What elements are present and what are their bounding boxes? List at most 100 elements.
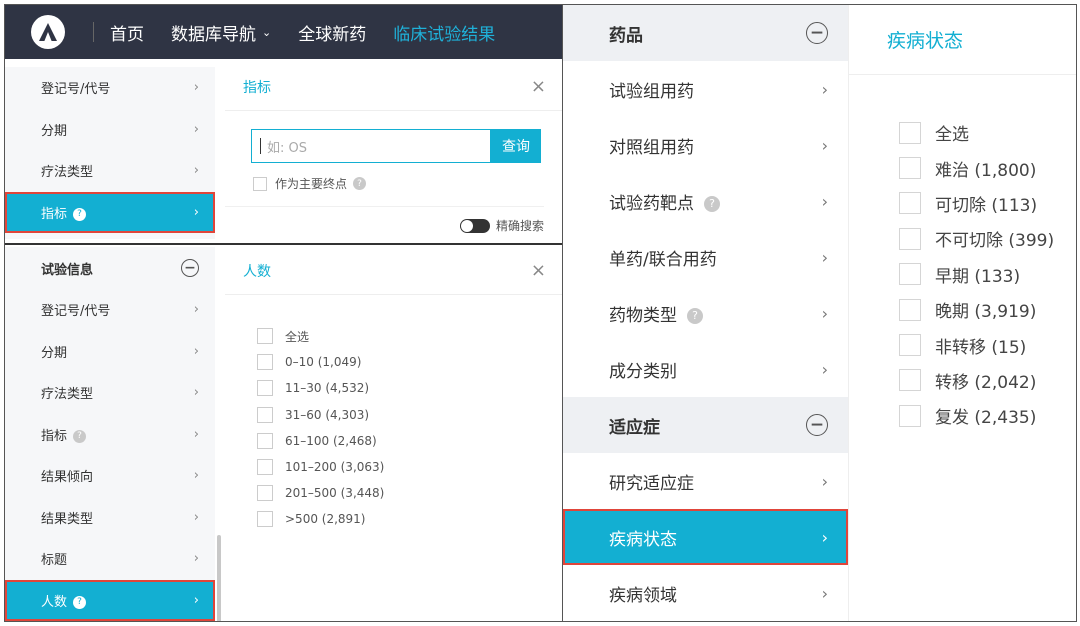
nav-trial-results[interactable]: 临床试验结果 xyxy=(393,20,495,45)
chevron-right-icon: › xyxy=(821,247,828,267)
menu-item-registration[interactable]: 登记号/代号 › xyxy=(5,67,215,109)
section-header-drug[interactable]: 药品 − xyxy=(563,5,848,61)
option-row[interactable]: 晚期 (3,919) xyxy=(899,292,1076,327)
checkbox[interactable] xyxy=(257,380,273,397)
close-icon[interactable]: × xyxy=(531,260,546,281)
logo[interactable] xyxy=(31,15,65,49)
section-header-indication[interactable]: 适应症 − xyxy=(563,397,848,453)
right-screen: 药品 − 试验组用药 › 对照组用药 › 试验药靶点? › 单药/联合用药 › 药物类型?… xyxy=(562,5,1076,621)
help-icon[interactable]: ? xyxy=(73,429,87,443)
menu-item-study-indication[interactable]: 研究适应症 › xyxy=(563,453,848,509)
help-icon[interactable]: ? xyxy=(353,177,367,190)
menu-item-drug-target[interactable]: 试验药靶点? › xyxy=(563,173,848,229)
menu-item-result-type[interactable]: 结果类型 › xyxy=(5,497,215,539)
chevron-right-icon: › xyxy=(193,509,199,525)
drug-indication-menu: 药品 − 试验组用药 › 对照组用药 › 试验药靶点? › 单药/联合用药 › 药物类型?… xyxy=(563,5,848,621)
menu-item-label: 对照组用药 xyxy=(609,137,694,158)
menu-item-result-tendency[interactable]: 结果倾向 › xyxy=(5,455,215,497)
menu-scrollbar[interactable] xyxy=(217,535,221,621)
menu-item-label-wrap: 试验药靶点? xyxy=(609,189,720,214)
menu-item-phase[interactable]: 分期 › xyxy=(5,109,215,151)
option-row[interactable]: 101–200 (3,063) xyxy=(257,454,562,480)
search-input[interactable]: 如: OS xyxy=(251,129,491,163)
menu-item-label: 人数 xyxy=(41,594,68,610)
collapse-icon[interactable]: − xyxy=(806,414,828,436)
checkbox[interactable] xyxy=(257,459,273,476)
panel-header: 指标 × xyxy=(225,63,562,111)
checkbox-label: 作为主要终点 xyxy=(275,177,348,191)
menu-item-phase[interactable]: 分期 › xyxy=(5,331,215,373)
menu-item-therapy-type[interactable]: 疗法类型 › xyxy=(5,150,215,192)
menu-item-indicator[interactable]: 指标? › xyxy=(5,191,215,233)
option-row[interactable]: >500 (2,891) xyxy=(257,506,562,532)
checkbox[interactable] xyxy=(257,485,273,502)
checkbox[interactable] xyxy=(899,192,921,215)
checkbox[interactable] xyxy=(899,334,921,357)
option-row[interactable]: 31–60 (4,303) xyxy=(257,402,562,428)
checkbox[interactable] xyxy=(899,263,921,286)
chevron-right-icon: › xyxy=(193,592,199,608)
option-row[interactable]: 61–100 (2,468) xyxy=(257,428,562,454)
menu-item-therapy-type[interactable]: 疗法类型 › xyxy=(5,372,215,414)
help-icon[interactable]: ? xyxy=(704,195,720,212)
checkbox[interactable] xyxy=(899,227,921,250)
checkbox[interactable] xyxy=(257,406,273,423)
menu-item-registration[interactable]: 登记号/代号 › xyxy=(5,289,215,331)
menu-item-disease-area[interactable]: 疾病领域 › xyxy=(563,565,848,621)
menu-item-drug-type[interactable]: 药物类型? › xyxy=(563,285,848,341)
option-label: >500 (2,891) xyxy=(285,512,366,527)
option-label: 201–500 (3,448) xyxy=(285,486,385,501)
menu-item-test-drug[interactable]: 试验组用药 › xyxy=(563,61,848,117)
help-icon[interactable]: ? xyxy=(73,595,87,609)
checkbox[interactable] xyxy=(253,176,267,191)
help-icon[interactable]: ? xyxy=(73,207,87,221)
search-button[interactable]: 查询 xyxy=(491,129,541,163)
checkbox[interactable] xyxy=(899,298,921,321)
checkbox[interactable] xyxy=(899,121,921,144)
menu-item-mono-combo[interactable]: 单药/联合用药 › xyxy=(563,229,848,285)
checkbox[interactable] xyxy=(899,369,921,392)
option-row[interactable]: 不可切除 (399) xyxy=(899,221,1076,256)
option-row[interactable]: 可切除 (113) xyxy=(899,186,1076,221)
menu-item-enrollment[interactable]: 人数? › xyxy=(5,579,215,621)
checkbox[interactable] xyxy=(899,157,921,180)
nav-home[interactable]: 首页 xyxy=(110,20,144,45)
menu-item-label: 结果类型 xyxy=(41,511,94,527)
exact-search-toggle[interactable] xyxy=(459,218,490,233)
option-select-all[interactable]: 全选 xyxy=(899,115,1076,150)
menu-item-label: 登记号/代号 xyxy=(41,82,111,98)
nav-new-drugs[interactable]: 全球新药 xyxy=(298,20,366,45)
logo-mark-icon xyxy=(39,23,57,41)
menu-item-label: 试验组用药 xyxy=(609,81,694,102)
option-row[interactable]: 非转移 (15) xyxy=(899,327,1076,362)
nav-database[interactable]: 数据库导航 ⌄ xyxy=(171,20,271,45)
checkbox[interactable] xyxy=(257,511,273,528)
option-row[interactable]: 0–10 (1,049) xyxy=(257,349,562,375)
collapse-icon[interactable]: − xyxy=(181,259,199,277)
option-select-all[interactable]: 全选 xyxy=(257,323,562,349)
checkbox[interactable] xyxy=(899,404,921,427)
section-header-trial-info[interactable]: 试验信息 − xyxy=(5,247,215,289)
menu-item-control-drug[interactable]: 对照组用药 › xyxy=(563,117,848,173)
panel-title: 人数 xyxy=(243,263,271,280)
checkbox[interactable] xyxy=(257,354,273,371)
chevron-right-icon: › xyxy=(821,359,828,379)
collapse-icon[interactable]: − xyxy=(806,22,828,44)
help-icon[interactable]: ? xyxy=(687,307,703,324)
menu-item-label: 指标 xyxy=(41,206,68,222)
menu-item-disease-status[interactable]: 疾病状态 › xyxy=(563,509,848,565)
filter-menu-bottom: 试验信息 − 登记号/代号 › 分期 › 疗法类型 › 指标? › 结果倾向 › 结果类型 ›… xyxy=(5,247,215,621)
option-row[interactable]: 复发 (2,435) xyxy=(899,398,1076,433)
option-row[interactable]: 难治 (1,800) xyxy=(899,150,1076,185)
checkbox[interactable] xyxy=(257,328,273,345)
option-row[interactable]: 早期 (133) xyxy=(899,257,1076,292)
menu-item-indicator[interactable]: 指标? › xyxy=(5,414,215,456)
checkbox[interactable] xyxy=(257,432,273,449)
menu-item-component-class[interactable]: 成分类别 › xyxy=(563,341,848,397)
option-row[interactable]: 转移 (2,042) xyxy=(899,363,1076,398)
menu-item-title[interactable]: 标题 › xyxy=(5,538,215,580)
close-icon[interactable]: × xyxy=(531,76,546,97)
option-row[interactable]: 201–500 (3,448) xyxy=(257,480,562,506)
option-row[interactable]: 11–30 (4,532) xyxy=(257,375,562,401)
primary-endpoint-option[interactable]: 作为主要终点? xyxy=(253,175,562,192)
